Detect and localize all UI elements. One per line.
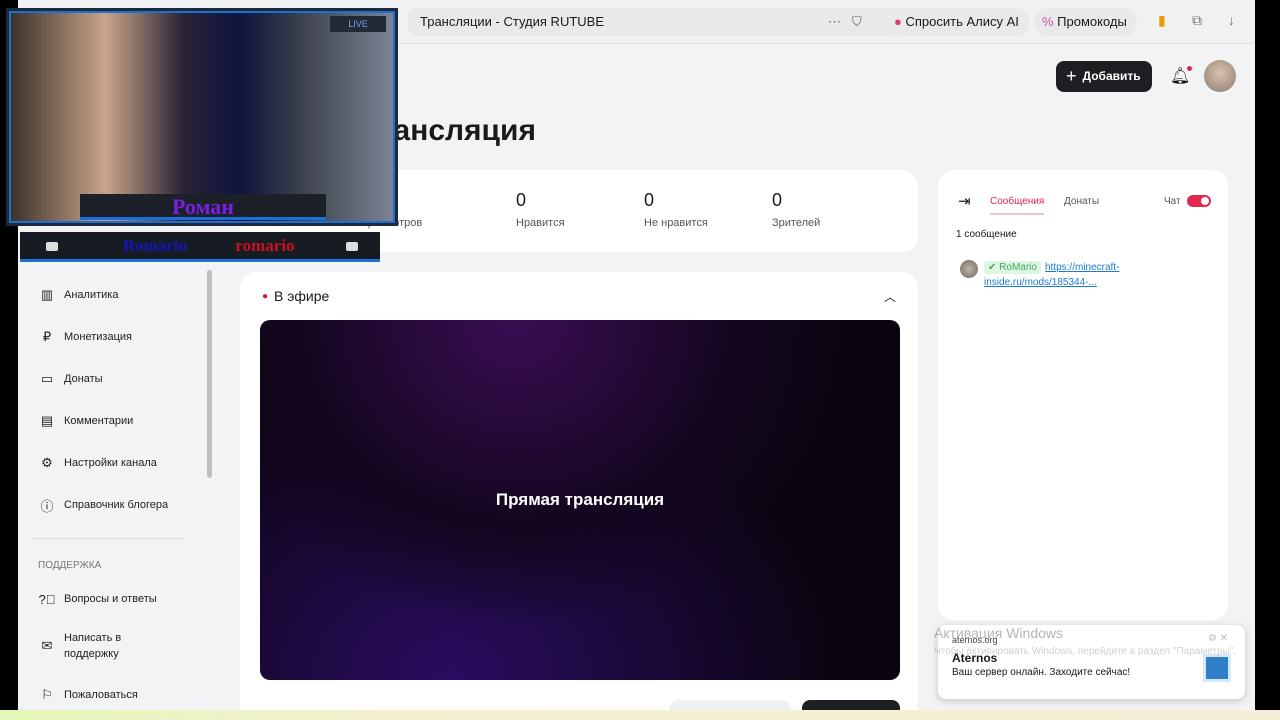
comment-icon: ▤	[40, 413, 54, 428]
sidebar-item-comments[interactable]: ▤ Комментарии	[38, 412, 133, 430]
page-title-address: Трансляции - Студия RUTUBE	[420, 14, 604, 29]
ask-alice-button[interactable]: ● Спросить Алису AI	[886, 8, 1029, 36]
alice-label: Спросить Алису AI	[905, 14, 1019, 29]
sidebar-item-label: Справочник блогера	[64, 499, 169, 511]
sidebar-item-label: Пожаловаться	[64, 689, 138, 701]
stat-value: 0	[644, 190, 655, 210]
live-badge: LIVE	[330, 16, 386, 32]
sidebar-item-report[interactable]: ⚐ Пожаловаться	[38, 686, 138, 704]
sidebar-item-contact-support[interactable]: ✉ Написать в поддержку	[38, 630, 158, 662]
overlay-left-text: Romario	[122, 236, 188, 255]
add-button[interactable]: + Добавить	[1056, 61, 1152, 92]
info-icon: ⓘ	[40, 498, 54, 514]
alice-icon: ●	[894, 14, 906, 29]
overlay-bar: Romario romario	[20, 232, 380, 262]
sidebar: ▥ Аналитика ₽ Монетизация ▭ Донаты ▤ Коммент…	[18, 270, 212, 712]
chart-icon: ▥	[40, 287, 54, 302]
stat-viewers: 0 Зрителей	[772, 190, 820, 229]
plus-icon: +	[1066, 66, 1077, 86]
verified-icon: ✔	[988, 262, 1000, 273]
chat-toggle-label: Чат	[1164, 196, 1181, 207]
gear-icon: ⚙	[41, 455, 53, 470]
tab-donations[interactable]: Донаты	[1064, 196, 1099, 207]
chat-message: ✔ RoMario https://minecraft-inside.ru/mod…	[960, 260, 1210, 290]
live-title: В эфире	[274, 288, 330, 304]
percent-icon: %	[1042, 14, 1058, 29]
chevron-up-icon[interactable]: ︿	[884, 288, 896, 305]
message-username[interactable]: ✔ RoMario	[984, 261, 1041, 274]
bell-icon[interactable]: 🔔︎	[1170, 66, 1193, 86]
avatar[interactable]	[1204, 60, 1236, 92]
wallet-icon: ▭	[40, 371, 54, 386]
sidebar-divider	[32, 538, 184, 539]
more-icon[interactable]: ⋯	[828, 8, 841, 36]
add-label: Добавить	[1082, 69, 1141, 83]
mail-icon: ✉	[41, 638, 53, 653]
stat-label: Зрителей	[772, 217, 821, 229]
promo-button[interactable]: % Промокоды	[1034, 8, 1137, 36]
taskbar[interactable]	[0, 710, 1280, 720]
youtube-icon	[46, 242, 58, 251]
sidebar-item-faq[interactable]: ?⃝ Вопросы и ответы	[38, 590, 157, 608]
sidebar-item-label: Аналитика	[64, 289, 119, 301]
sidebar-item-donations[interactable]: ▭ Донаты	[38, 370, 103, 388]
extensions-icon[interactable]: ⧉	[1192, 12, 1202, 29]
collapse-panel-icon[interactable]: ⇥	[958, 192, 971, 210]
sidebar-scrollbar[interactable]	[207, 270, 212, 478]
live-heading: ● В эфире	[262, 288, 329, 304]
ruble-icon: ₽	[42, 329, 52, 344]
username: RoMario	[999, 262, 1037, 273]
sidebar-item-monetization[interactable]: ₽ Монетизация	[38, 328, 132, 346]
sidebar-item-channel-settings[interactable]: ⚙ Настройки канала	[38, 454, 157, 472]
user-avatar[interactable]	[960, 260, 978, 278]
sidebar-item-label: Комментарии	[64, 415, 134, 427]
chat-panel: ⇥ Сообщения Донаты Чат 1 сообщение ✔ RoM…	[938, 170, 1228, 620]
message-count: 1 сообщение	[956, 229, 1017, 240]
stat-label: Нравится	[516, 217, 565, 229]
aternos-icon	[1203, 654, 1231, 682]
download-icon[interactable]: ↓	[1228, 12, 1235, 28]
battery-icon[interactable]: ▮	[1158, 12, 1166, 29]
address-bar[interactable]: Трансляции - Студия RUTUBE ⋯ ⛉	[408, 8, 898, 36]
overlay-right-text: romario	[235, 236, 295, 255]
toggle-knob	[1201, 197, 1209, 205]
stat-dislikes: 0 Не нравится	[644, 190, 708, 229]
support-heading: ПОДДЕРЖКА	[38, 560, 102, 571]
chat-toggle[interactable]	[1187, 195, 1211, 207]
sidebar-item-label: Написать в поддержку	[64, 632, 122, 660]
stat-value: 0	[772, 190, 783, 210]
sidebar-item-label: Вопросы и ответы	[64, 593, 157, 605]
tab-messages[interactable]: Сообщения	[990, 196, 1045, 215]
live-dot-icon: ●	[262, 291, 269, 302]
live-card: ● В эфире ︿ Прямая трансляция	[240, 272, 918, 712]
notification-text: Ваш сервер онлайн. Заходите сейчас!	[952, 667, 1131, 678]
stat-label: Не нравится	[644, 217, 708, 229]
bookmark-icon[interactable]: ⛉	[852, 8, 862, 36]
sidebar-item-analytics[interactable]: ▥ Аналитика	[38, 286, 119, 304]
sidebar-item-label: Настройки канала	[64, 457, 157, 469]
notification-source: aternos.org	[952, 635, 998, 645]
close-icon[interactable]: ⚙ ✕	[1208, 633, 1228, 644]
stat-likes: 0 Нравится	[516, 190, 565, 229]
video-preview[interactable]: Прямая трансляция	[260, 320, 900, 680]
sidebar-item-blogger-guide[interactable]: ⓘ Справочник блогера	[38, 496, 168, 514]
notification-dot	[1187, 66, 1193, 71]
flag-icon: ⚐	[41, 687, 53, 702]
webcam-overlay: LIVE Роман Romario romario	[0, 0, 400, 265]
sidebar-item-label: Донаты	[64, 373, 103, 385]
sidebar-item-label: Монетизация	[64, 331, 132, 343]
youtube-icon	[346, 242, 358, 251]
notification-title: Aternos	[952, 651, 998, 665]
promo-label: Промокоды	[1057, 14, 1127, 29]
toast-notification[interactable]: aternos.org Aternos Ваш сервер онлайн. З…	[938, 625, 1245, 699]
video-label: Прямая трансляция	[495, 490, 665, 509]
overlay-name: Роман	[80, 194, 326, 220]
stat-value: 0	[516, 190, 527, 210]
question-icon: ?⃝	[38, 591, 56, 607]
